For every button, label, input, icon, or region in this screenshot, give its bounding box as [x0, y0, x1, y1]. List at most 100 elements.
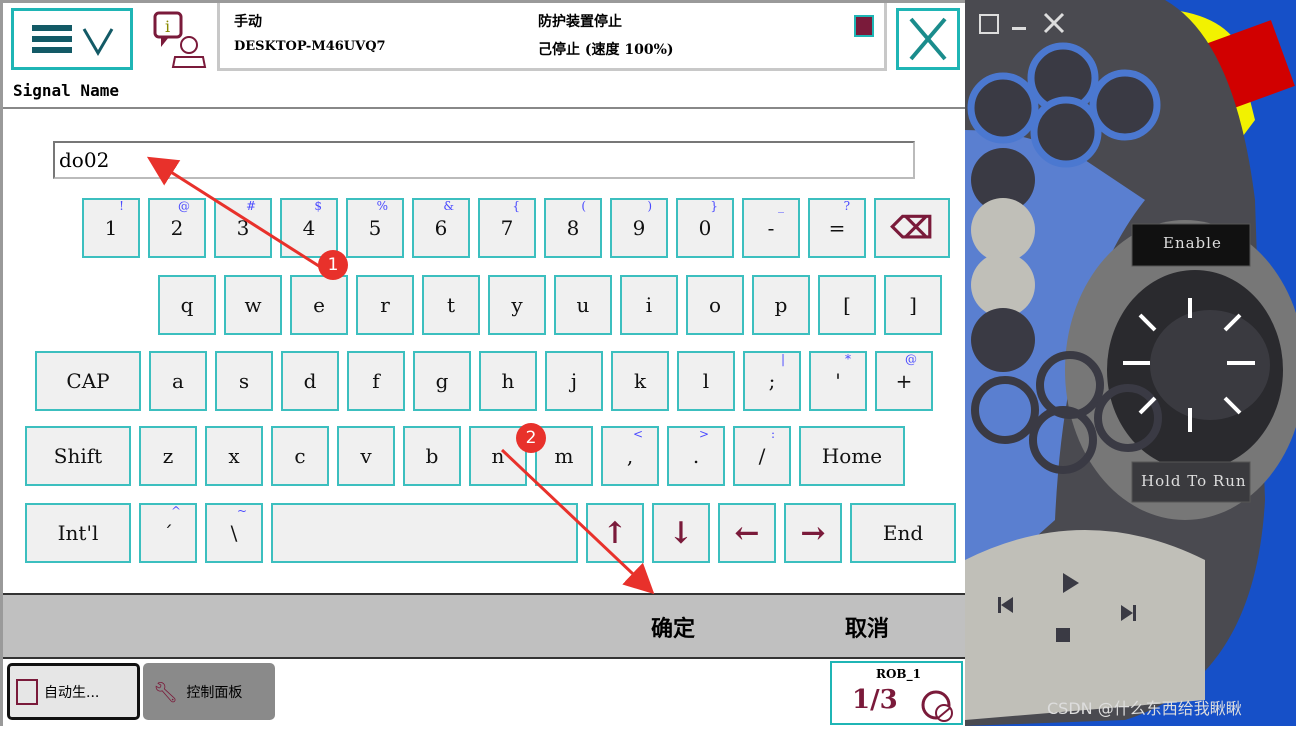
key-7[interactable]: 7{ — [478, 198, 536, 258]
motion-mode-button[interactable] — [971, 198, 1035, 262]
key-arrow-left[interactable]: ← — [718, 503, 776, 563]
key-.[interactable]: . > — [667, 426, 725, 486]
shift-label: $ — [314, 199, 322, 213]
key-j[interactable]: j — [545, 351, 603, 411]
key-y[interactable]: y — [488, 275, 546, 335]
arrow-right-icon: → — [800, 515, 826, 551]
key-r[interactable]: r — [356, 275, 414, 335]
key-Int'l[interactable]: Int'l — [25, 503, 131, 563]
increment-indicator: 1/3 — [852, 685, 898, 715]
key-d[interactable]: d — [281, 351, 339, 411]
key-c[interactable]: c — [271, 426, 329, 486]
key-x[interactable]: x — [205, 426, 263, 486]
key-´[interactable]: ´ ^ — [139, 503, 197, 563]
key-2[interactable]: 2 @ — [148, 198, 206, 258]
key-label: g — [435, 369, 449, 393]
key-9[interactable]: 9) — [610, 198, 668, 258]
key-Home[interactable]: Home — [799, 426, 905, 486]
key-e[interactable]: e — [290, 275, 348, 335]
key-0[interactable]: 0} — [676, 198, 734, 258]
wrench-icon: 🔧︎ — [153, 679, 179, 704]
key-label: o — [708, 293, 722, 317]
key-4[interactable]: 4 $ — [280, 198, 338, 258]
key-p[interactable]: p — [752, 275, 810, 335]
key-label: 9 — [632, 216, 646, 240]
key-label: 6 — [434, 216, 448, 240]
key-t[interactable]: t — [422, 275, 480, 335]
key-h[interactable]: h — [479, 351, 537, 411]
key-arrow-down[interactable]: ↓ — [652, 503, 710, 563]
key-label: n — [491, 444, 505, 468]
key-Shift[interactable]: Shift — [25, 426, 131, 486]
key-CAP[interactable]: CAP — [35, 351, 141, 411]
key-u[interactable]: u — [554, 275, 612, 335]
main-menu-button[interactable] — [11, 8, 133, 70]
close-button[interactable] — [896, 8, 960, 70]
minimize-icon[interactable] — [1012, 27, 1026, 30]
signal-name-input[interactable] — [53, 141, 915, 179]
key-label: 5 — [368, 216, 382, 240]
key-arrow-right[interactable]: → — [784, 503, 842, 563]
preset-key-4[interactable] — [1030, 96, 1102, 168]
key-3[interactable]: 3 # — [214, 198, 272, 258]
ok-button[interactable]: 确定 — [651, 611, 695, 643]
key-q[interactable]: q — [158, 275, 216, 335]
increment-button[interactable] — [971, 253, 1035, 317]
key-6[interactable]: 6 & — [412, 198, 470, 258]
taskbar-app-auto[interactable]: 自动生... — [7, 663, 140, 720]
key--[interactable]: - _ — [742, 198, 800, 258]
key-backspace[interactable]: ⌫ — [874, 198, 950, 258]
cancel-button[interactable]: 取消 — [845, 611, 889, 643]
status-bar[interactable]: 手动 DESKTOP-M46UVQ7 防护装置停止 己停止 (速度 100%) — [217, 3, 887, 71]
key-s[interactable]: s — [215, 351, 273, 411]
key-,[interactable]: , < — [601, 426, 659, 486]
key-label: v — [360, 444, 372, 468]
shift-label: ! — [119, 199, 124, 213]
key-k[interactable]: k — [611, 351, 669, 411]
key-+[interactable]: + @ — [875, 351, 933, 411]
divider — [3, 107, 965, 109]
page-title: Signal Name — [13, 81, 119, 100]
key-label: m — [554, 444, 574, 468]
key-a[interactable]: a — [149, 351, 207, 411]
event-log-icon[interactable] — [854, 15, 874, 37]
key-'[interactable]: ' * — [809, 351, 867, 411]
key-o[interactable]: o — [686, 275, 744, 335]
menu-icon — [32, 25, 114, 56]
shift-label: % — [376, 199, 388, 213]
robot-name: ROB_1 — [876, 667, 921, 681]
key-i[interactable]: i — [620, 275, 678, 335]
key-v[interactable]: v — [337, 426, 395, 486]
key-;[interactable]: ; | — [743, 351, 801, 411]
key-8[interactable]: 8( — [544, 198, 602, 258]
preset-key-3[interactable] — [1089, 69, 1161, 141]
shift-label: } — [710, 199, 718, 213]
key-g[interactable]: g — [413, 351, 471, 411]
key-End[interactable]: End — [850, 503, 956, 563]
key-b[interactable]: b — [403, 426, 461, 486]
key-[[interactable]: [ — [818, 275, 876, 335]
key-label: 3 — [236, 216, 250, 240]
key-l[interactable]: l — [677, 351, 735, 411]
key-\[interactable]: \ ~ — [205, 503, 263, 563]
key-label: a — [172, 369, 184, 393]
shift-label: * — [845, 352, 851, 366]
key-/[interactable]: /: — [733, 426, 791, 486]
key-w[interactable]: w — [224, 275, 282, 335]
quickset-button[interactable]: ROB_1 1/3 — [830, 661, 963, 725]
key-f[interactable]: f — [347, 351, 405, 411]
key-z[interactable]: z — [139, 426, 197, 486]
preset-key-1[interactable] — [967, 72, 1039, 144]
taskbar-control-panel[interactable]: 🔧︎ 控制面板 — [143, 663, 275, 720]
key-][interactable]: ] — [884, 275, 942, 335]
pendant-body — [965, 0, 1296, 726]
key-1[interactable]: 1! — [82, 198, 140, 258]
info-user-icon[interactable]: i — [151, 11, 211, 69]
key-arrow-up[interactable]: ↑ — [586, 503, 644, 563]
key-label: 1 — [104, 216, 118, 240]
key-space[interactable] — [271, 503, 578, 563]
toggle-button[interactable] — [971, 308, 1035, 372]
key-5[interactable]: 5% — [346, 198, 404, 258]
shift-label: > — [698, 427, 709, 441]
key-=[interactable]: =? — [808, 198, 866, 258]
